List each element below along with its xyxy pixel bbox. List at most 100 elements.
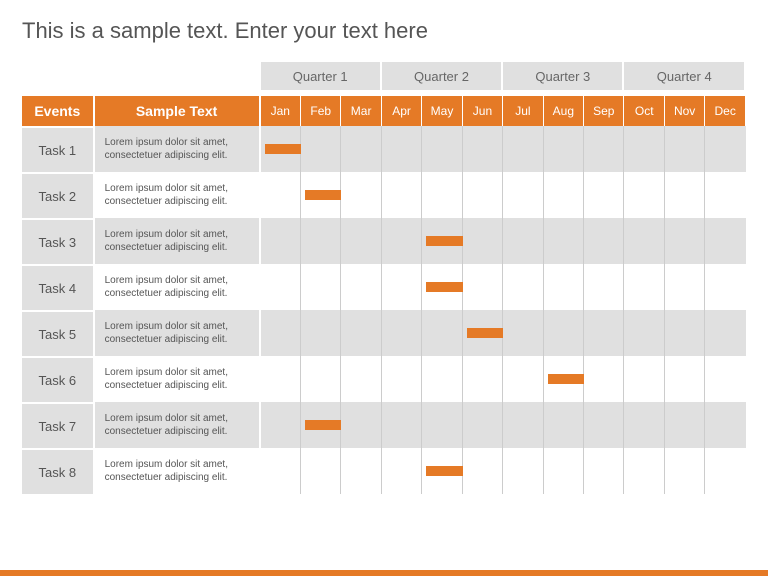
gantt-cell <box>544 448 584 494</box>
task-row: Task 5Lorem ipsum dolor sit amet, consec… <box>22 310 746 356</box>
month-label: Apr <box>382 96 422 126</box>
quarter-header-row: Quarter 1 Quarter 2 Quarter 3 Quarter 4 <box>22 62 746 90</box>
gantt-cell <box>624 126 664 172</box>
gantt-cell <box>463 448 503 494</box>
task-row: Task 4Lorem ipsum dolor sit amet, consec… <box>22 264 746 310</box>
gantt-cell <box>584 448 624 494</box>
gantt-cell <box>422 172 462 218</box>
month-label: Dec <box>705 96 746 126</box>
gantt-cell <box>503 172 543 218</box>
gantt-cell <box>463 172 503 218</box>
gantt-cell <box>503 126 543 172</box>
gantt-cell <box>665 218 705 264</box>
gantt-cell <box>341 126 381 172</box>
gantt-cell <box>705 126 746 172</box>
gantt-cell <box>705 448 746 494</box>
gantt-cell <box>463 356 503 402</box>
task-name: Task 5 <box>22 310 95 356</box>
gantt-cell <box>261 218 301 264</box>
gantt-cell <box>382 356 422 402</box>
gantt-cell <box>544 310 584 356</box>
gantt-cell <box>503 264 543 310</box>
gantt-cell <box>665 356 705 402</box>
gantt-cell <box>341 402 381 448</box>
gantt-cell <box>624 172 664 218</box>
gantt-cell <box>705 310 746 356</box>
gantt-cell <box>382 310 422 356</box>
gantt-cell <box>544 218 584 264</box>
gantt-cell <box>261 310 301 356</box>
gantt-cell <box>503 402 543 448</box>
task-row: Task 2Lorem ipsum dolor sit amet, consec… <box>22 172 746 218</box>
task-name: Task 3 <box>22 218 95 264</box>
gantt-cell <box>341 264 381 310</box>
footer-accent-bar <box>0 570 768 576</box>
task-name: Task 4 <box>22 264 95 310</box>
gantt-cell <box>463 126 503 172</box>
gantt-cell <box>382 448 422 494</box>
gantt-cell <box>624 402 664 448</box>
gantt-cell <box>382 264 422 310</box>
gantt-cell <box>503 448 543 494</box>
gantt-cell <box>463 218 503 264</box>
gantt-cell <box>544 356 584 402</box>
task-name: Task 6 <box>22 356 95 402</box>
gantt-cell <box>382 218 422 264</box>
gantt-cell <box>624 310 664 356</box>
quarter-label: Quarter 2 <box>382 62 503 90</box>
gantt-cell <box>341 356 381 402</box>
gantt-cell <box>422 218 462 264</box>
gantt-cell <box>301 264 341 310</box>
gantt-cell <box>261 126 301 172</box>
gantt-cell <box>301 218 341 264</box>
gantt-cell <box>705 218 746 264</box>
quarter-label: Quarter 3 <box>503 62 624 90</box>
gantt-cell <box>624 218 664 264</box>
gantt-cell <box>301 356 341 402</box>
gantt-cell <box>544 172 584 218</box>
task-description: Lorem ipsum dolor sit amet, consectetuer… <box>95 126 261 172</box>
slide-title: This is a sample text. Enter your text h… <box>22 18 746 44</box>
gantt-cell <box>584 126 624 172</box>
gantt-cell <box>301 126 341 172</box>
quarter-label: Quarter 1 <box>261 62 382 90</box>
header-blank <box>22 62 261 90</box>
task-name: Task 8 <box>22 448 95 494</box>
quarter-label: Quarter 4 <box>624 62 746 90</box>
gantt-cell <box>261 264 301 310</box>
gantt-cell <box>301 310 341 356</box>
task-row: Task 1Lorem ipsum dolor sit amet, consec… <box>22 126 746 172</box>
gantt-slide: This is a sample text. Enter your text h… <box>0 0 768 576</box>
gantt-cell <box>503 310 543 356</box>
task-description: Lorem ipsum dolor sit amet, consectetuer… <box>95 172 261 218</box>
gantt-cell <box>503 218 543 264</box>
gantt-cell <box>665 310 705 356</box>
month-header-row: Events Sample Text Jan Feb Mar Apr May J… <box>22 96 746 126</box>
gantt-cell <box>422 310 462 356</box>
task-description: Lorem ipsum dolor sit amet, consectetuer… <box>95 218 261 264</box>
gantt-cell <box>584 218 624 264</box>
gantt-cell <box>584 402 624 448</box>
gantt-cell <box>624 356 664 402</box>
gantt-cell <box>463 402 503 448</box>
month-label: Mar <box>341 96 381 126</box>
gantt-cell <box>422 264 462 310</box>
gantt-cell <box>382 126 422 172</box>
task-description: Lorem ipsum dolor sit amet, consectetuer… <box>95 310 261 356</box>
gantt-cell <box>261 448 301 494</box>
gantt-cell <box>665 402 705 448</box>
month-label: Oct <box>624 96 664 126</box>
month-label: Sep <box>584 96 624 126</box>
gantt-cell <box>261 172 301 218</box>
gantt-cell <box>463 264 503 310</box>
task-description: Lorem ipsum dolor sit amet, consectetuer… <box>95 448 261 494</box>
gantt-cell <box>584 310 624 356</box>
gantt-cell <box>301 402 341 448</box>
gantt-cell <box>624 448 664 494</box>
sample-header: Sample Text <box>95 96 261 126</box>
gantt-cell <box>665 126 705 172</box>
task-row: Task 3Lorem ipsum dolor sit amet, consec… <box>22 218 746 264</box>
gantt-cell <box>382 402 422 448</box>
month-label: Jun <box>463 96 503 126</box>
gantt-cell <box>705 264 746 310</box>
